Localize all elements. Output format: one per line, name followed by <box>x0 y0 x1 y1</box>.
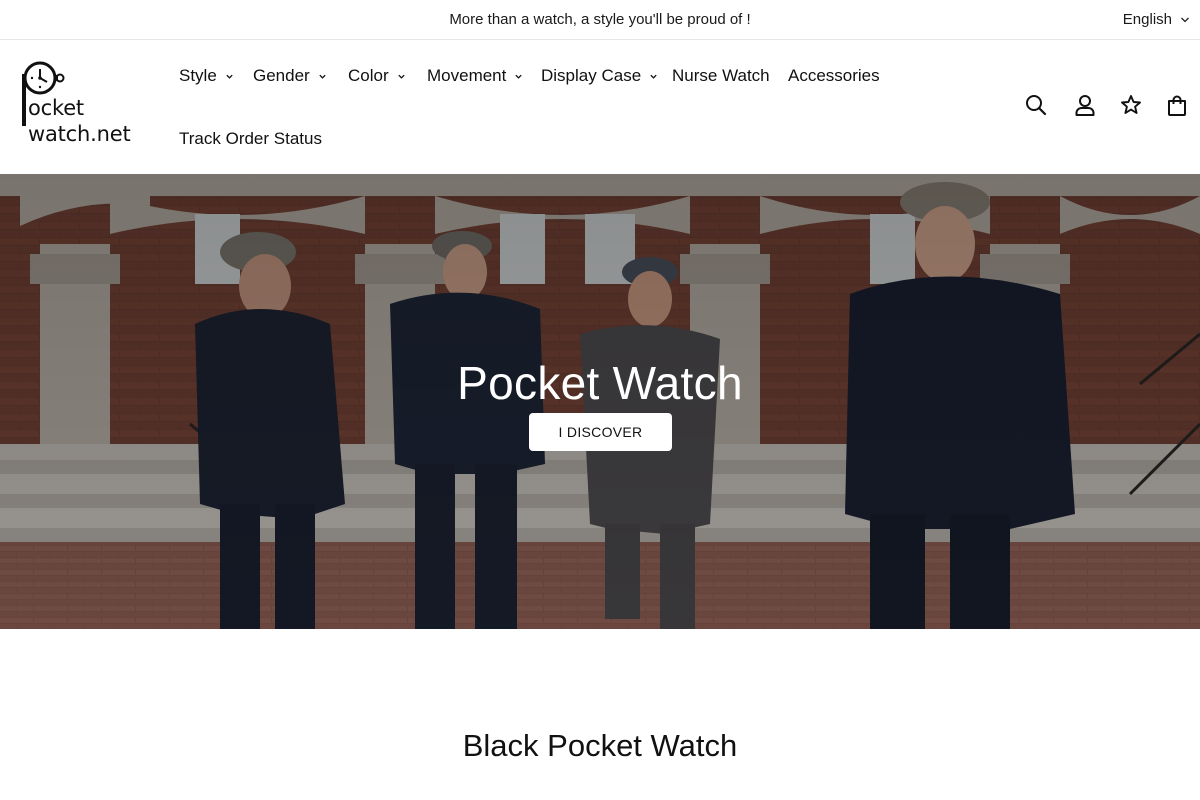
nav-item-display-case[interactable]: Display Case <box>541 64 658 88</box>
search-icon <box>1026 95 1047 116</box>
nav-item-label: Gender <box>253 66 310 85</box>
site-logo[interactable]: ocket watch.net <box>18 60 131 150</box>
wishlist-star-icon <box>1121 95 1141 114</box>
site-header: ocket watch.net Style Gender Color Movem… <box>0 40 1200 174</box>
cart-button[interactable] <box>1164 92 1190 118</box>
chevron-down-icon <box>319 74 326 79</box>
section-title: Black Pocket Watch <box>462 728 738 763</box>
logo-text-line1: ocket <box>28 96 84 120</box>
nav-item-label: Track Order Status <box>179 129 322 148</box>
account-button[interactable] <box>1072 92 1098 118</box>
hero-banner: Pocket Watch I DISCOVER <box>0 174 1200 629</box>
logo-text-line2: watch.net <box>28 122 131 146</box>
nav-item-label: Movement <box>427 66 507 85</box>
nav-item-label: Style <box>179 66 217 85</box>
language-label: English <box>1122 11 1172 28</box>
language-selector[interactable]: English <box>1123 0 1190 39</box>
announcement-bar: More than a watch, a style you'll be pro… <box>0 0 1200 40</box>
nav-item-label: Nurse Watch <box>672 66 770 85</box>
nav-item-movement[interactable]: Movement <box>427 64 523 88</box>
hero-title: Pocket Watch <box>457 357 743 409</box>
cart-bag-icon <box>1168 95 1186 116</box>
chevron-down-icon <box>226 74 233 79</box>
chevron-down-icon <box>1181 17 1189 22</box>
nav-item-gender[interactable]: Gender <box>253 64 327 88</box>
nav-item-track-order-status[interactable]: Track Order Status <box>179 127 322 151</box>
nav-item-style[interactable]: Style <box>179 64 234 88</box>
wishlist-button[interactable] <box>1118 92 1144 118</box>
nav-item-label: Display Case <box>541 66 642 85</box>
nav-item-nurse-watch[interactable]: Nurse Watch <box>672 64 770 88</box>
main-navigation: Style Gender Color Movement Display Case… <box>179 40 939 174</box>
chevron-down-icon <box>515 74 523 79</box>
discover-button[interactable]: I DISCOVER <box>529 413 672 451</box>
chevron-down-icon <box>397 74 405 79</box>
nav-item-label: Color <box>348 66 389 85</box>
search-button[interactable] <box>1023 92 1049 118</box>
nav-item-label: Accessories <box>788 66 880 85</box>
account-icon <box>1075 95 1095 116</box>
announcement-text: More than a watch, a style you'll be pro… <box>449 11 751 28</box>
chevron-down-icon <box>650 74 657 79</box>
nav-item-accessories[interactable]: Accessories <box>788 64 880 88</box>
nav-item-color[interactable]: Color <box>348 64 406 88</box>
